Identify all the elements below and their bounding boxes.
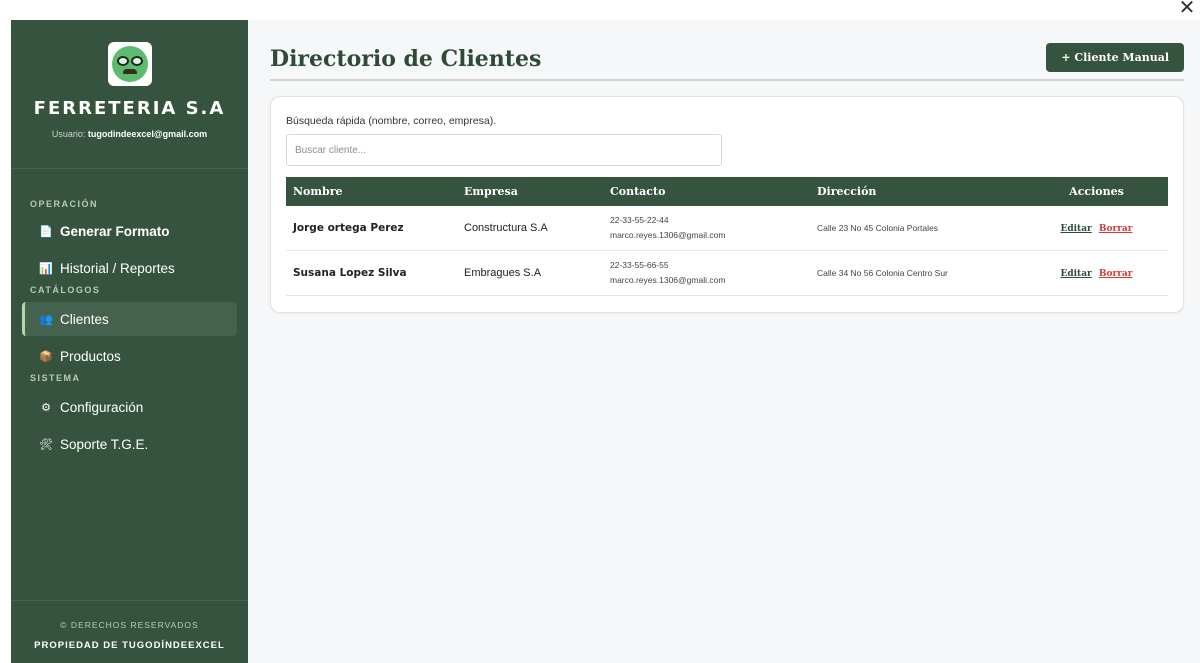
sidebar-item-label: Configuración	[60, 399, 144, 415]
column-header-empresa: Empresa	[464, 185, 518, 198]
client-address: Calle 23 No 45 Colonia Portales	[817, 223, 938, 233]
user-info: Usuario: tugodindeexcel@gmail.com	[11, 129, 248, 139]
edit-link[interactable]: Editar	[1060, 224, 1091, 234]
disguise-face-icon	[111, 46, 148, 82]
sidebar-item-label: Generar Formato	[60, 223, 170, 239]
table-row: Jorge ortega Perez Constructura S.A 22-3…	[286, 206, 1168, 251]
edit-link[interactable]: Editar	[1060, 269, 1091, 279]
sidebar: FERRETERIA S.A Usuario: tugodindeexcel@g…	[11, 20, 248, 663]
section-label-operacion: OPERACIÓN	[30, 199, 99, 209]
client-company: Embragues S.A	[464, 267, 542, 279]
document-icon: 📄	[39, 225, 53, 238]
sidebar-footer: © DERECHOS RESERVADOS PROPIEDAD DE TUGOD…	[11, 600, 248, 663]
client-email: marco.reyes.1306@gmail.com	[610, 230, 726, 240]
footer-owner: PROPIEDAD DE TUGODÍNDEEXCEL	[34, 640, 225, 651]
search-input[interactable]	[286, 134, 722, 166]
sidebar-item-soporte[interactable]: 🛠 Soporte T.G.E.	[22, 427, 237, 461]
page-title: Directorio de Clientes	[270, 46, 542, 72]
section-label-sistema: SISTEMA	[30, 373, 81, 383]
brand-logo	[107, 42, 152, 86]
row-actions: Editar Borrar	[1025, 222, 1168, 234]
client-name: Jorge ortega Perez	[293, 222, 404, 234]
row-actions: Editar Borrar	[1025, 267, 1168, 279]
window-close-icon[interactable]: ✕	[1178, 0, 1196, 17]
client-email: marco.reyes.1306@gmali.com	[610, 275, 726, 285]
table-row: Susana Lopez Silva Embragues S.A 22-33-5…	[286, 251, 1168, 296]
delete-link[interactable]: Borrar	[1099, 224, 1133, 234]
client-contact: 22-33-55-22-44 marco.reyes.1306@gmail.co…	[603, 213, 810, 243]
client-company: Constructura S.A	[464, 222, 548, 234]
package-icon: 📦	[39, 350, 53, 363]
page-header: Directorio de Clientes + Cliente Manual	[270, 42, 1184, 81]
delete-link[interactable]: Borrar	[1099, 269, 1133, 279]
footer-rights: © DERECHOS RESERVADOS	[60, 620, 199, 630]
column-header-nombre: Nombre	[293, 185, 343, 198]
chart-icon: 📊	[39, 262, 53, 275]
column-header-contacto: Contacto	[610, 185, 666, 198]
section-label-catalogos: CATÁLOGOS	[30, 285, 101, 295]
sidebar-item-productos[interactable]: 📦 Productos	[22, 339, 237, 373]
tools-icon: 🛠	[39, 438, 53, 451]
sidebar-item-label: Productos	[60, 348, 121, 364]
main-content: Directorio de Clientes + Cliente Manual …	[248, 20, 1200, 663]
user-label: Usuario:	[51, 129, 86, 139]
brand-name: FERRETERIA S.A	[33, 98, 226, 119]
clients-card: Búsqueda rápida (nombre, correo, empresa…	[270, 96, 1184, 313]
client-name: Susana Lopez Silva	[293, 267, 407, 279]
sidebar-item-label: Soporte T.G.E.	[60, 436, 149, 452]
app-container: FERRETERIA S.A Usuario: tugodindeexcel@g…	[11, 20, 1200, 663]
sidebar-item-generar-formato[interactable]: 📄 Generar Formato	[22, 214, 237, 248]
table-header: Nombre Empresa Contacto Dirección Accion…	[286, 177, 1168, 206]
sidebar-item-clientes[interactable]: 👥 Clientes	[22, 302, 237, 336]
sidebar-item-configuracion[interactable]: ⚙ Configuración	[22, 390, 237, 424]
sidebar-item-label: Historial / Reportes	[60, 260, 175, 276]
sidebar-brand: FERRETERIA S.A Usuario: tugodindeexcel@g…	[11, 20, 248, 169]
client-phone: 22-33-55-22-44	[610, 215, 669, 225]
add-client-button[interactable]: + Cliente Manual	[1046, 43, 1184, 72]
clients-table: Nombre Empresa Contacto Dirección Accion…	[286, 177, 1168, 296]
client-contact: 22-33-55-66-55 marco.reyes.1306@gmali.co…	[603, 258, 810, 288]
client-address: Calle 34 No 56 Colonia Centro Sur	[817, 268, 948, 278]
column-header-acciones: Acciones	[1069, 185, 1124, 198]
sidebar-item-historial[interactable]: 📊 Historial / Reportes	[22, 251, 237, 285]
users-icon: 👥	[39, 313, 53, 326]
gear-icon: ⚙	[41, 401, 51, 414]
column-header-direccion: Dirección	[817, 185, 877, 198]
search-label: Búsqueda rápida (nombre, correo, empresa…	[286, 115, 497, 127]
user-email: tugodindeexcel@gmail.com	[87, 129, 208, 139]
sidebar-item-label: Clientes	[60, 311, 109, 327]
client-phone: 22-33-55-66-55	[610, 260, 669, 270]
